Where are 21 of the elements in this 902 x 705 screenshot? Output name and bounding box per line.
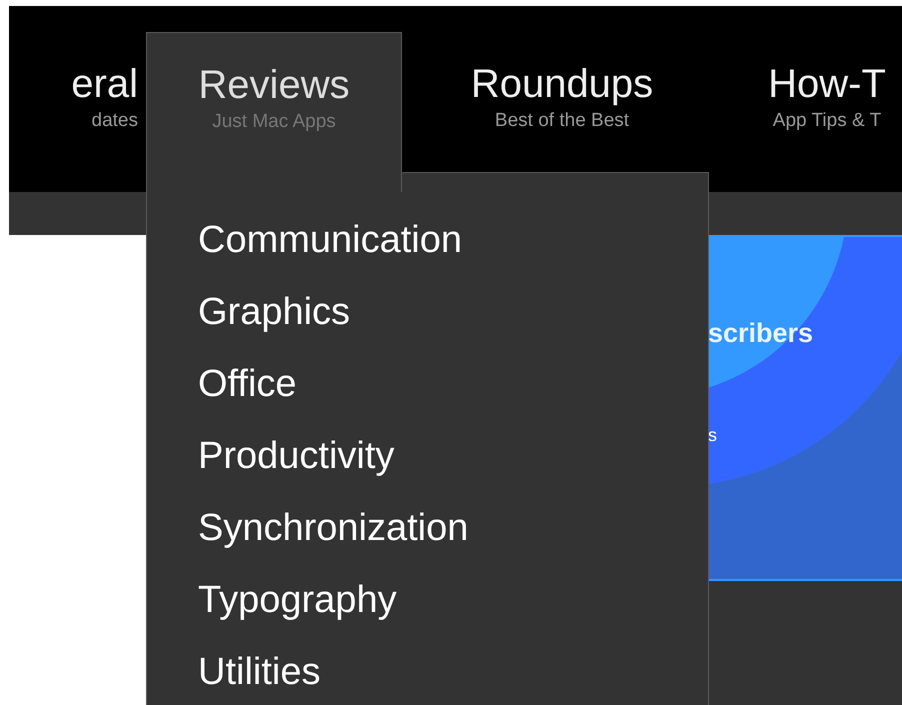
menu-item[interactable]: Graphics [198,276,350,348]
menu-item[interactable]: Communication [198,204,462,276]
nav-tab[interactable]: eral dates [9,6,146,134]
banner-heading: scribers [708,317,814,350]
nav-subtitle: App Tips & T [772,109,882,133]
banner-text: s [708,424,718,447]
nav-subtitle: Best of the Best [494,109,630,133]
nav-title: Roundups [470,61,654,108]
menu-item[interactable]: Synchronization [198,492,468,564]
menu-item[interactable]: Productivity [198,420,394,492]
nav-tab[interactable]: Reviews Just Mac Apps [146,32,402,192]
nav-tab[interactable]: Roundups Best of the Best [402,6,722,134]
menu-item[interactable]: Utilities [198,636,320,705]
nav-title: eral [71,61,138,108]
nav-subtitle: Just Mac Apps [212,110,336,134]
nav-title: Reviews [198,62,350,109]
menu-item[interactable]: Typography [198,564,397,636]
menu-item[interactable]: Office [198,348,297,420]
nav-title: How-T [768,61,886,108]
nav-subtitle: dates [92,109,138,133]
nav-tab[interactable]: How-T App Tips & T [722,6,902,134]
